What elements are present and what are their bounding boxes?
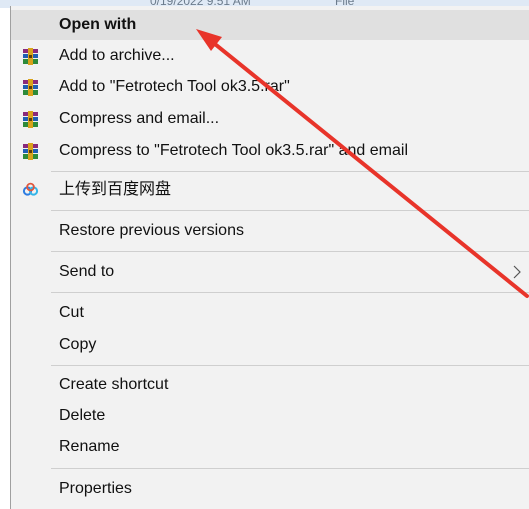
baidu-upload-label: 上传到百度网盘 — [59, 181, 172, 198]
menu-separator — [51, 292, 529, 293]
menu-item-send-to[interactable]: Send to — [11, 257, 529, 287]
baidu-netdisk-icon — [22, 182, 39, 196]
menu-item-restore-versions[interactable]: Restore previous versions — [11, 216, 529, 246]
compress-email-label: Compress and email... — [59, 110, 220, 127]
compress-rar-email-label: Compress to "Fetrotech Tool ok3.5.rar" a… — [59, 142, 408, 159]
winrar-icon — [23, 111, 38, 128]
menu-separator — [51, 468, 529, 469]
winrar-icon — [23, 79, 38, 96]
menu-item-rename[interactable]: Rename — [11, 432, 529, 462]
menu-separator — [51, 365, 529, 366]
copy-label: Copy — [59, 336, 97, 353]
menu-item-compress-email[interactable]: Compress and email... — [11, 104, 529, 134]
menu-separator — [51, 171, 529, 172]
rename-label: Rename — [59, 438, 120, 455]
menu-item-cut[interactable]: Cut — [11, 298, 529, 328]
winrar-icon — [23, 143, 38, 160]
menu-separator — [51, 251, 529, 252]
add-to-archive-label: Add to archive... — [59, 47, 175, 64]
menu-item-add-to-rar[interactable]: Add to "Fetrotech Tool ok3.5.rar" — [11, 72, 529, 102]
properties-label: Properties — [59, 480, 132, 497]
menu-item-copy[interactable]: Copy — [11, 330, 529, 360]
menu-item-delete[interactable]: Delete — [11, 401, 529, 431]
menu-item-properties[interactable]: Properties — [11, 474, 529, 504]
restore-versions-label: Restore previous versions — [59, 222, 244, 239]
open-with-label: Open with — [59, 16, 137, 33]
menu-item-open-with[interactable]: Open with — [11, 10, 529, 40]
menu-item-compress-rar-email[interactable]: Compress to "Fetrotech Tool ok3.5.rar" a… — [11, 136, 529, 166]
cut-label: Cut — [59, 304, 84, 321]
context-menu: Open with Add to archive... Add to "Fetr… — [10, 6, 529, 509]
add-to-rar-label: Add to "Fetrotech Tool ok3.5.rar" — [59, 78, 290, 95]
winrar-icon — [23, 48, 38, 65]
delete-label: Delete — [59, 407, 106, 424]
menu-item-create-shortcut[interactable]: Create shortcut — [11, 370, 529, 400]
menu-item-baidu-upload[interactable]: 上传到百度网盘 — [11, 175, 529, 205]
menu-separator — [51, 210, 529, 211]
menu-item-add-to-archive[interactable]: Add to archive... — [11, 41, 529, 71]
send-to-label: Send to — [59, 263, 115, 280]
chevron-right-icon — [513, 265, 521, 279]
create-shortcut-label: Create shortcut — [59, 376, 169, 393]
